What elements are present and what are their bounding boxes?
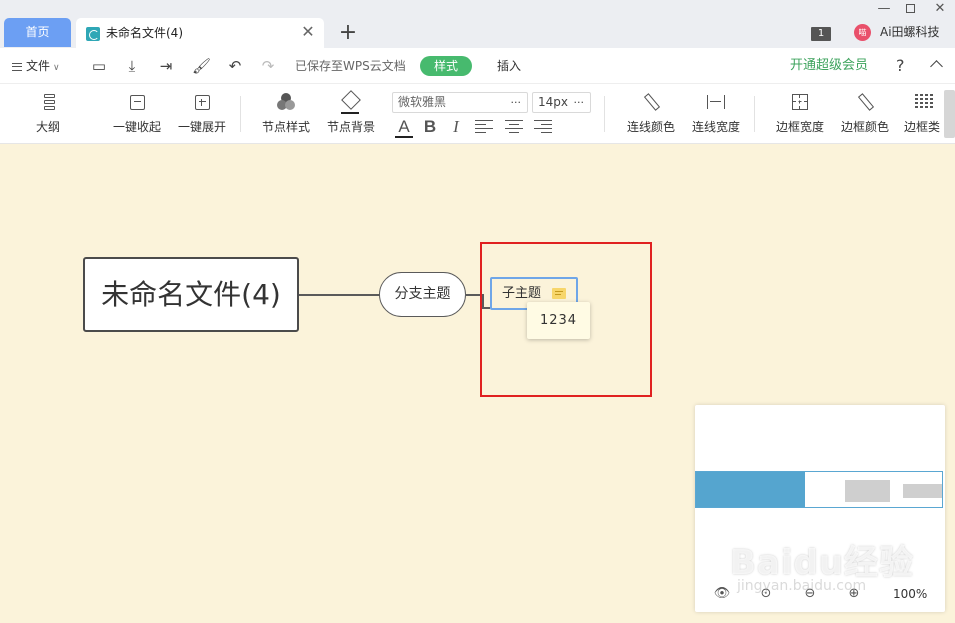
annotation-highlight-box — [480, 242, 652, 397]
toolbar-divider — [604, 96, 605, 132]
upgrade-vip-link[interactable]: 开通超级会员 — [790, 57, 868, 75]
border-width-label: 边框宽度 — [775, 120, 824, 134]
zoom-in-icon[interactable]: ⊕ — [845, 585, 863, 603]
pen-icon — [642, 93, 660, 111]
italic-button[interactable]: I — [449, 116, 463, 138]
border-pen-icon — [856, 93, 874, 111]
help-icon[interactable]: ? — [896, 56, 905, 76]
border-width-button[interactable]: 边框宽度 — [774, 90, 826, 140]
avatar[interactable]: 喵 — [854, 24, 871, 41]
node-style-button[interactable]: 节点样式 — [260, 90, 312, 140]
node-background-label: 节点背景 — [326, 120, 375, 134]
expand-icon — [194, 94, 210, 110]
border-color-button[interactable]: 边框颜色 — [839, 90, 891, 140]
collapse-all-label: 一键收起 — [112, 120, 161, 134]
collapse-all-button[interactable]: 一键收起 — [111, 90, 163, 140]
connector-line — [299, 294, 380, 296]
border-width-icon — [792, 94, 808, 110]
outline-icon — [40, 94, 56, 110]
format-painter-icon[interactable]: 🖌 — [192, 57, 211, 75]
border-type-label: 边框类 — [904, 120, 941, 134]
style-toolbar: 大纲 一键收起 一键展开 节点样式 节点背景 微软雅黑 ··· 14px ···… — [0, 84, 955, 144]
zoom-out-icon[interactable]: ⊖ — [801, 585, 819, 603]
line-width-icon — [707, 95, 725, 109]
font-size-value: 14px — [538, 95, 568, 109]
file-menu-button[interactable]: 文件 ∨ — [12, 57, 60, 77]
undo-icon[interactable]: ↶ — [226, 57, 244, 75]
minimap-viewport[interactable] — [695, 471, 943, 508]
redo-icon[interactable]: ↷ — [259, 57, 277, 75]
tab-home[interactable]: 首页 — [4, 18, 71, 47]
align-center-icon[interactable] — [505, 120, 523, 134]
align-right-icon[interactable] — [534, 120, 552, 134]
zoom-level: 100% — [893, 587, 928, 601]
minimap-panel[interactable]: 👁 ⊙ ⊖ ⊕ 100% — [695, 405, 945, 612]
paint-bucket-icon — [341, 90, 361, 110]
tab-style[interactable]: 样式 — [420, 56, 472, 76]
eye-icon[interactable]: 👁 — [713, 585, 731, 603]
mindmap-file-icon — [86, 27, 100, 41]
more-icon: ··· — [573, 96, 585, 109]
border-type-button[interactable]: 边框类 — [904, 90, 944, 140]
maximize-window-icon[interactable] — [898, 0, 922, 18]
toolbar-scroll-right[interactable] — [944, 90, 955, 138]
close-window-icon[interactable]: ✕ — [928, 0, 952, 18]
outline-label: 大纲 — [35, 120, 60, 134]
font-color-button[interactable]: A — [394, 116, 414, 138]
line-width-button[interactable]: 连线宽度 — [690, 90, 742, 140]
border-type-icon — [915, 94, 933, 110]
close-tab-icon[interactable]: ✕ — [300, 24, 316, 40]
node-background-button[interactable]: 节点背景 — [325, 90, 377, 140]
new-tab-button[interactable]: + — [338, 22, 358, 44]
collapse-icon — [129, 94, 145, 110]
window-count-badge[interactable]: 1 — [811, 27, 831, 41]
line-color-label: 连线颜色 — [626, 120, 675, 134]
align-left-icon[interactable] — [475, 120, 493, 134]
node-style-icon — [277, 93, 295, 111]
font-size-select[interactable]: 14px ··· — [532, 92, 591, 113]
line-width-label: 连线宽度 — [691, 120, 740, 134]
minimize-window-icon[interactable]: — — [872, 0, 896, 18]
font-family-value: 微软雅黑 — [398, 95, 447, 109]
expand-all-button[interactable]: 一键展开 — [176, 90, 228, 140]
font-family-select[interactable]: 微软雅黑 ··· — [392, 92, 528, 113]
bg-color-indicator — [341, 112, 359, 114]
line-color-button[interactable]: 连线颜色 — [625, 90, 677, 140]
tab-insert[interactable]: 插入 — [497, 57, 521, 75]
toolbar-divider — [754, 96, 755, 132]
node-style-label: 节点样式 — [261, 120, 310, 134]
tab-document[interactable]: 未命名文件(4) ✕ — [76, 18, 324, 48]
save-icon[interactable]: ▭ — [90, 57, 108, 75]
border-color-label: 边框颜色 — [840, 120, 889, 134]
outline-button[interactable]: 大纲 — [30, 90, 66, 140]
root-topic-node[interactable]: 未命名文件(4) — [83, 257, 299, 332]
minimap-toolbar: 👁 ⊙ ⊖ ⊕ 100% — [695, 585, 945, 605]
chevron-down-icon: ∨ — [53, 63, 60, 73]
tab-bar: 首页 未命名文件(4) ✕ + — ✕ 1 喵 Ai田螺科技 — [0, 0, 955, 48]
menu-bar: 文件 ∨ ▭ ⤓ ⇥ 🖌 ↶ ↷ 已保存至WPS云文档 样式 插入 开通超级会员 … — [0, 48, 955, 84]
export-icon[interactable]: ⇥ — [157, 57, 175, 75]
fit-view-icon[interactable]: ⊙ — [757, 585, 775, 603]
file-menu-label: 文件 — [26, 59, 51, 73]
toolbar-divider — [240, 96, 241, 132]
download-icon[interactable]: ⤓ — [123, 57, 141, 75]
save-status: 已保存至WPS云文档 — [295, 59, 406, 73]
expand-all-label: 一键展开 — [177, 120, 226, 134]
more-icon: ··· — [510, 96, 522, 109]
branch-topic-node[interactable]: 分支主题 — [379, 272, 466, 317]
menu-icon — [12, 62, 22, 71]
collapse-ribbon-icon[interactable] — [929, 57, 943, 71]
tab-document-label: 未命名文件(4) — [106, 26, 183, 40]
user-name[interactable]: Ai田螺科技 — [880, 24, 940, 41]
bold-button[interactable]: B — [421, 116, 439, 138]
